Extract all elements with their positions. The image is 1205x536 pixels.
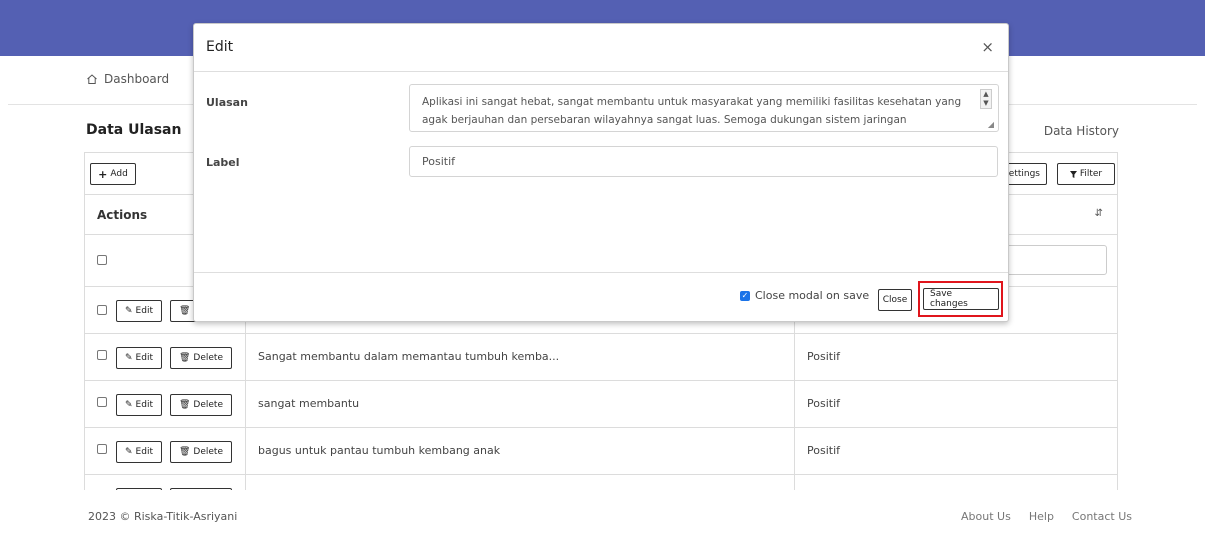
row-checkbox[interactable] xyxy=(97,350,107,360)
pencil-icon: ✎ xyxy=(125,353,133,363)
footer-link-contact[interactable]: Contact Us xyxy=(1072,510,1132,523)
row-actions: ✎ Edit 🗑 Delete xyxy=(85,381,246,427)
footer-links: About Us Help Contact Us xyxy=(961,510,1132,523)
trash-icon: 🗑 xyxy=(178,400,191,410)
edit-button-label: Edit xyxy=(135,306,153,316)
delete-button-label: Delete xyxy=(193,400,223,410)
row-checkbox[interactable] xyxy=(97,444,107,454)
table-row: ✎ Edit 🗑 Delete bagus untuk pantau tumbu… xyxy=(85,428,1117,475)
close-on-save-toggle[interactable]: ✓ Close modal on save xyxy=(740,289,869,302)
filter-icon xyxy=(1069,170,1077,178)
pencil-icon: ✎ xyxy=(125,400,133,410)
edit-button-label: Edit xyxy=(135,353,153,363)
delete-button[interactable] xyxy=(170,488,232,490)
settings-button[interactable]: ettings xyxy=(1003,163,1047,185)
close-on-save-label: Close modal on save xyxy=(755,289,870,302)
edit-button-label: Edit xyxy=(135,400,153,410)
row-actions: ✎ Edit 🗑 Delete xyxy=(85,334,246,380)
label-cell: Positif xyxy=(807,350,840,363)
label-cell: Positif xyxy=(807,397,840,410)
edit-button[interactable]: ✎ Edit xyxy=(116,394,162,416)
add-button-label: Add xyxy=(110,169,128,179)
edit-button[interactable]: ✎ Edit xyxy=(116,300,162,322)
pencil-icon: ✎ xyxy=(125,306,133,316)
footer-copyright: 2023 © Riska-Titik-Asriyani xyxy=(88,510,238,523)
footer-link-help[interactable]: Help xyxy=(1029,510,1054,523)
modal-footer: ✓ Close modal on save Close Save changes xyxy=(194,272,1008,322)
add-button[interactable]: + Add xyxy=(90,163,136,185)
ulasan-textarea[interactable]: Aplikasi ini sangat hebat, sangat memban… xyxy=(409,84,999,132)
footer-link-about[interactable]: About Us xyxy=(961,510,1011,523)
modal-title: Edit xyxy=(206,39,234,55)
scroll-arrows-icon[interactable]: ▲ ▼ xyxy=(980,89,992,109)
edit-button[interactable] xyxy=(116,488,162,490)
ulasan-label: Ulasan xyxy=(206,96,248,109)
table-row: ✎ Edit 🗑 Delete Sangat membantu dalam me… xyxy=(85,334,1117,381)
review-text-cell: Sangat membantu dalam memantau tumbuh ke… xyxy=(246,334,795,380)
close-icon[interactable]: × xyxy=(981,40,994,55)
trash-icon: 🗑 xyxy=(178,306,191,316)
edit-button[interactable]: ✎ Edit xyxy=(116,441,162,463)
select-all-checkbox[interactable] xyxy=(97,255,107,265)
breadcrumb-dashboard[interactable]: Dashboard xyxy=(104,72,169,86)
label-field-label: Label xyxy=(206,156,240,169)
edit-button-label: Edit xyxy=(135,447,153,457)
label-input[interactable]: Positif xyxy=(409,146,998,177)
review-text-cell xyxy=(246,475,795,490)
delete-button[interactable]: 🗑 Delete xyxy=(170,394,232,416)
edit-button[interactable]: ✎ Edit xyxy=(116,347,162,369)
breadcrumb[interactable]: Dashboard xyxy=(86,72,169,86)
row-checkbox[interactable] xyxy=(97,397,107,407)
settings-button-label: ettings xyxy=(1008,169,1040,179)
data-history-link[interactable]: Data History xyxy=(1044,124,1119,138)
delete-button-label: Delete xyxy=(193,353,223,363)
filter-button[interactable]: Filter xyxy=(1057,163,1115,185)
review-text-cell: bagus untuk pantau tumbuh kembang anak xyxy=(246,428,795,474)
trash-icon: 🗑 xyxy=(178,353,191,363)
label-cell: Positif xyxy=(807,444,840,457)
checked-checkbox-icon[interactable]: ✓ xyxy=(740,290,750,301)
row-checkbox[interactable] xyxy=(97,305,107,315)
close-button[interactable]: Close xyxy=(878,289,912,311)
page-title: Data Ulasan xyxy=(86,122,182,138)
resize-handle-icon[interactable]: ◢ xyxy=(988,120,994,129)
actions-column-header: Actions xyxy=(97,208,148,222)
save-changes-button[interactable]: Save changes xyxy=(923,288,999,310)
row-actions: ✎ Edit 🗑 Delete xyxy=(85,428,246,474)
edit-modal: Edit × Ulasan Aplikasi ini sangat hebat,… xyxy=(193,23,1009,322)
review-text-cell: sangat membantu xyxy=(246,381,795,427)
delete-button-label: Delete xyxy=(193,447,223,457)
filter-button-label: Filter xyxy=(1079,169,1103,179)
plus-icon: + xyxy=(98,167,108,181)
home-icon xyxy=(87,74,97,84)
delete-button[interactable]: 🗑 Delete xyxy=(170,347,232,369)
table-row xyxy=(85,475,1117,490)
pencil-icon: ✎ xyxy=(125,447,133,457)
row-actions xyxy=(85,475,246,490)
table-row: ✎ Edit 🗑 Delete sangat membantu Positif xyxy=(85,381,1117,428)
ulasan-textarea-value: Aplikasi ini sangat hebat, sangat memban… xyxy=(422,96,962,126)
trash-icon: 🗑 xyxy=(178,447,191,457)
modal-header: Edit × xyxy=(194,24,1008,72)
delete-button[interactable]: 🗑 Delete xyxy=(170,441,232,463)
sort-icon[interactable]: ⇵ xyxy=(1095,208,1103,219)
column-filter-input[interactable] xyxy=(995,245,1107,275)
